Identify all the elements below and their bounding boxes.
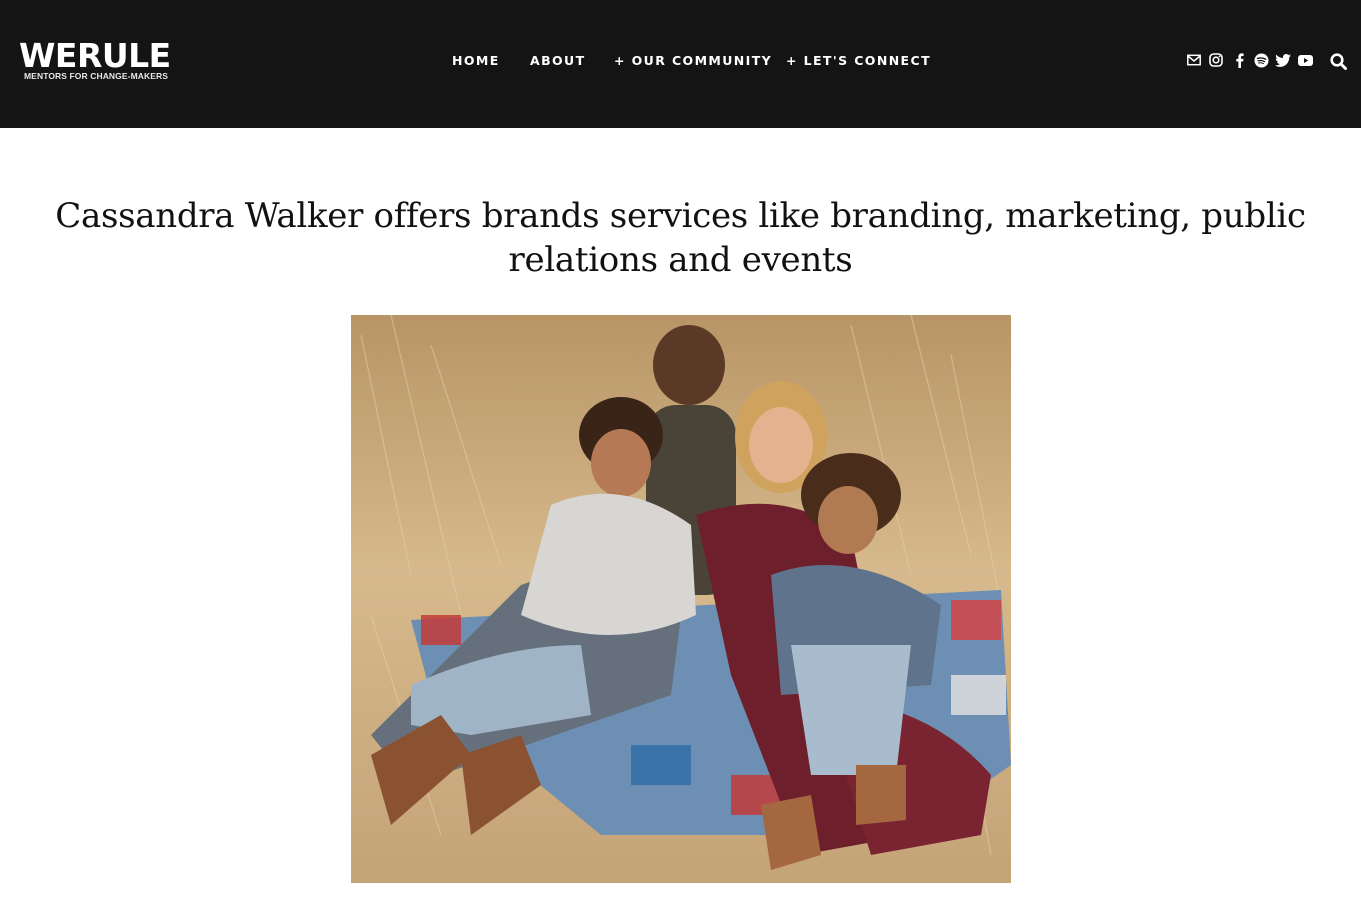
facebook-icon[interactable] (1231, 52, 1247, 68)
nav-lets-connect[interactable]: + LET'S CONNECT (786, 52, 931, 70)
family-photo[interactable] (351, 315, 1011, 883)
mail-icon[interactable] (1186, 52, 1202, 68)
search-icon[interactable] (1329, 52, 1347, 70)
nav-home[interactable]: HOME (452, 52, 500, 70)
instagram-icon[interactable] (1208, 52, 1224, 68)
spotify-icon[interactable] (1253, 52, 1269, 68)
twitter-icon[interactable] (1275, 52, 1291, 68)
nav-our-community[interactable]: + OUR COMMUNITY (614, 52, 772, 70)
nav-about[interactable]: ABOUT (530, 52, 586, 70)
logo-tagline: MENTORS FOR CHANGE-MAKERS (24, 71, 169, 81)
site-header: WERULE MENTORS FOR CHANGE-MAKERS HOME AB… (0, 0, 1361, 128)
article-headline: Cassandra Walker offers brands services … (55, 196, 1306, 280)
youtube-icon[interactable] (1297, 52, 1313, 68)
logo-title: WERULE (19, 36, 171, 75)
site-logo[interactable]: WERULE MENTORS FOR CHANGE-MAKERS (19, 38, 179, 88)
